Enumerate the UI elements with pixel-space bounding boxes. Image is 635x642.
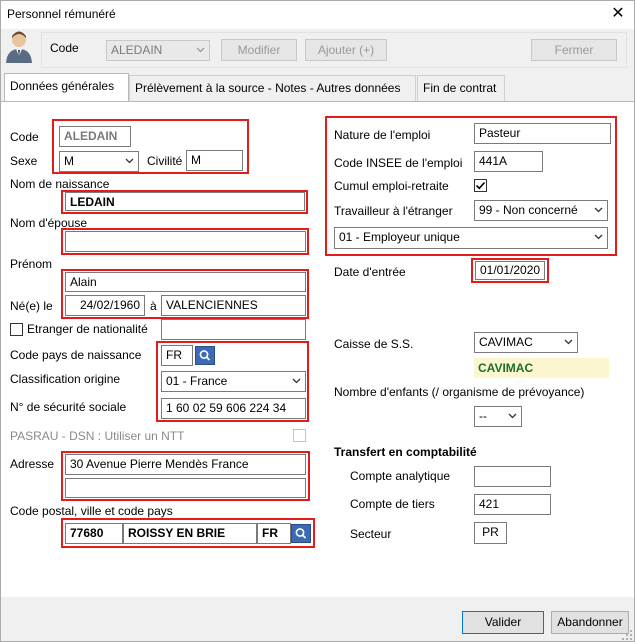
etranger-checkbox[interactable] — [10, 323, 23, 336]
insee-label: Code INSEE de l'emploi — [334, 156, 463, 170]
compte-analytique-label: Compte analytique — [350, 469, 451, 483]
pays-field[interactable]: FR — [257, 523, 291, 544]
compte-tiers-label: Compte de tiers — [350, 497, 435, 511]
cumul-checkbox[interactable] — [474, 179, 487, 192]
classification-label: Classification origine — [10, 372, 121, 386]
fermer-button[interactable]: Fermer — [531, 39, 617, 61]
transfert-title: Transfert en comptabilité — [334, 445, 477, 459]
toolbar-code-value: ALEDAIN — [111, 43, 163, 57]
search-cp-button[interactable] — [291, 524, 311, 543]
valider-button[interactable]: Valider — [462, 611, 544, 634]
sexe-label: Sexe — [10, 154, 38, 168]
search-icon — [199, 350, 211, 361]
nss-label: N° de sécurité sociale — [10, 400, 127, 414]
adresse2-field[interactable] — [65, 478, 306, 498]
code-label: Code — [10, 130, 39, 144]
close-icon[interactable]: ✕ — [607, 4, 629, 24]
lieu-naissance-field[interactable]: VALENCIENNES — [161, 295, 306, 316]
chevron-down-icon — [196, 47, 205, 53]
chevron-down-icon — [125, 158, 134, 164]
cp-field[interactable]: 77680 — [65, 523, 123, 544]
etranger-label: Etranger de nationalité — [27, 322, 148, 336]
nature-field[interactable]: Pasteur — [474, 123, 611, 144]
prenom-field[interactable]: Alain — [65, 272, 306, 292]
travailleur-value: 99 - Non concerné — [479, 203, 578, 217]
travailleur-select[interactable]: 99 - Non concerné — [474, 200, 608, 221]
chevron-down-icon — [594, 207, 603, 213]
chevron-down-icon — [292, 378, 301, 384]
enfants-label: Nombre d'enfants (/ organisme de prévoya… — [334, 385, 585, 399]
ville-field[interactable]: ROISSY EN BRIE — [123, 523, 257, 544]
adresse-label: Adresse — [10, 457, 55, 471]
chevron-down-icon — [594, 234, 603, 240]
caisse-value: CAVIMAC — [479, 335, 533, 349]
secteur-field[interactable]: PR — [474, 522, 507, 544]
employeur-value: 01 - Employeur unique — [339, 230, 460, 244]
code-field[interactable]: ALEDAIN — [59, 126, 131, 147]
pasrau-checkbox[interactable] — [293, 429, 306, 442]
enfants-select[interactable]: -- — [474, 406, 522, 427]
civilite-label: Civilité — [147, 154, 183, 168]
date-entree-label: Date d'entrée — [334, 265, 406, 279]
compte-tiers-field[interactable]: 421 — [474, 494, 551, 515]
cp-label: Code postal, ville et code pays — [10, 504, 173, 518]
toolbar-code-select[interactable]: ALEDAIN — [106, 40, 210, 61]
date-entree-field[interactable]: 01/01/2020 — [475, 261, 545, 280]
modifier-button[interactable]: Modifier — [221, 39, 297, 61]
caisse-label: Caisse de S.S. — [334, 337, 414, 351]
sexe-value: M — [64, 154, 74, 168]
nature-label: Nature de l'emploi — [334, 128, 431, 142]
nom-naissance-label: Nom de naissance — [10, 177, 110, 191]
pasrau-label: PASRAU - DSN : Utiliser un NTT — [10, 429, 185, 443]
search-icon — [295, 528, 307, 539]
secteur-label: Secteur — [350, 527, 392, 541]
tab-donnees-generales[interactable]: Données générales — [4, 73, 129, 102]
abandonner-button[interactable]: Abandonner — [551, 611, 629, 634]
chevron-down-icon — [564, 339, 573, 345]
toolbar-code-label: Code — [50, 41, 79, 55]
ne-le-label: Né(e) le — [10, 299, 53, 313]
enfants-value: -- — [479, 409, 487, 423]
compte-analytique-field[interactable] — [474, 466, 551, 487]
code-pays-field[interactable]: FR — [161, 345, 193, 366]
personnel-window: Personnel rémunéré ✕ Code ALEDAIN Modifi… — [0, 0, 635, 642]
employeur-select[interactable]: 01 - Employeur unique — [334, 227, 608, 249]
search-pays-button[interactable] — [195, 346, 215, 365]
chevron-down-icon — [508, 413, 517, 419]
cumul-label: Cumul emploi-retraite — [334, 179, 449, 193]
a-label: à — [150, 299, 157, 313]
tab-prelevement[interactable]: Prélèvement à la source - Notes - Autres… — [129, 75, 416, 101]
code-pays-label: Code pays de naissance — [10, 348, 142, 362]
resize-grip-icon[interactable] — [621, 629, 633, 641]
sexe-select[interactable]: M — [59, 151, 139, 172]
tab-fin-contrat[interactable]: Fin de contrat — [417, 75, 505, 101]
civilite-field[interactable]: M — [186, 150, 243, 171]
nss-field[interactable]: 1 60 02 59 606 224 34 — [161, 398, 306, 419]
prenom-label: Prénom — [10, 257, 53, 271]
ajouter-button[interactable]: Ajouter (+) — [305, 39, 387, 61]
date-naissance-field[interactable]: 24/02/1960 — [65, 295, 145, 316]
user-avatar-icon — [6, 31, 32, 63]
travailleur-label: Travailleur à l'étranger — [334, 204, 453, 218]
classification-value: 01 - France — [166, 374, 228, 388]
window-title: Personnel rémunéré — [7, 7, 116, 21]
caisse-name: CAVIMAC — [474, 358, 609, 378]
nom-naissance-field[interactable]: LEDAIN — [65, 192, 305, 211]
classification-select[interactable]: 01 - France — [161, 371, 306, 392]
caisse-select[interactable]: CAVIMAC — [474, 332, 578, 353]
nom-epouse-field[interactable] — [65, 231, 306, 252]
checkmark-icon — [475, 181, 486, 190]
insee-field[interactable]: 441A — [474, 151, 543, 172]
etranger-field[interactable] — [161, 319, 306, 340]
adresse1-field[interactable]: 30 Avenue Pierre Mendès France — [65, 454, 306, 475]
